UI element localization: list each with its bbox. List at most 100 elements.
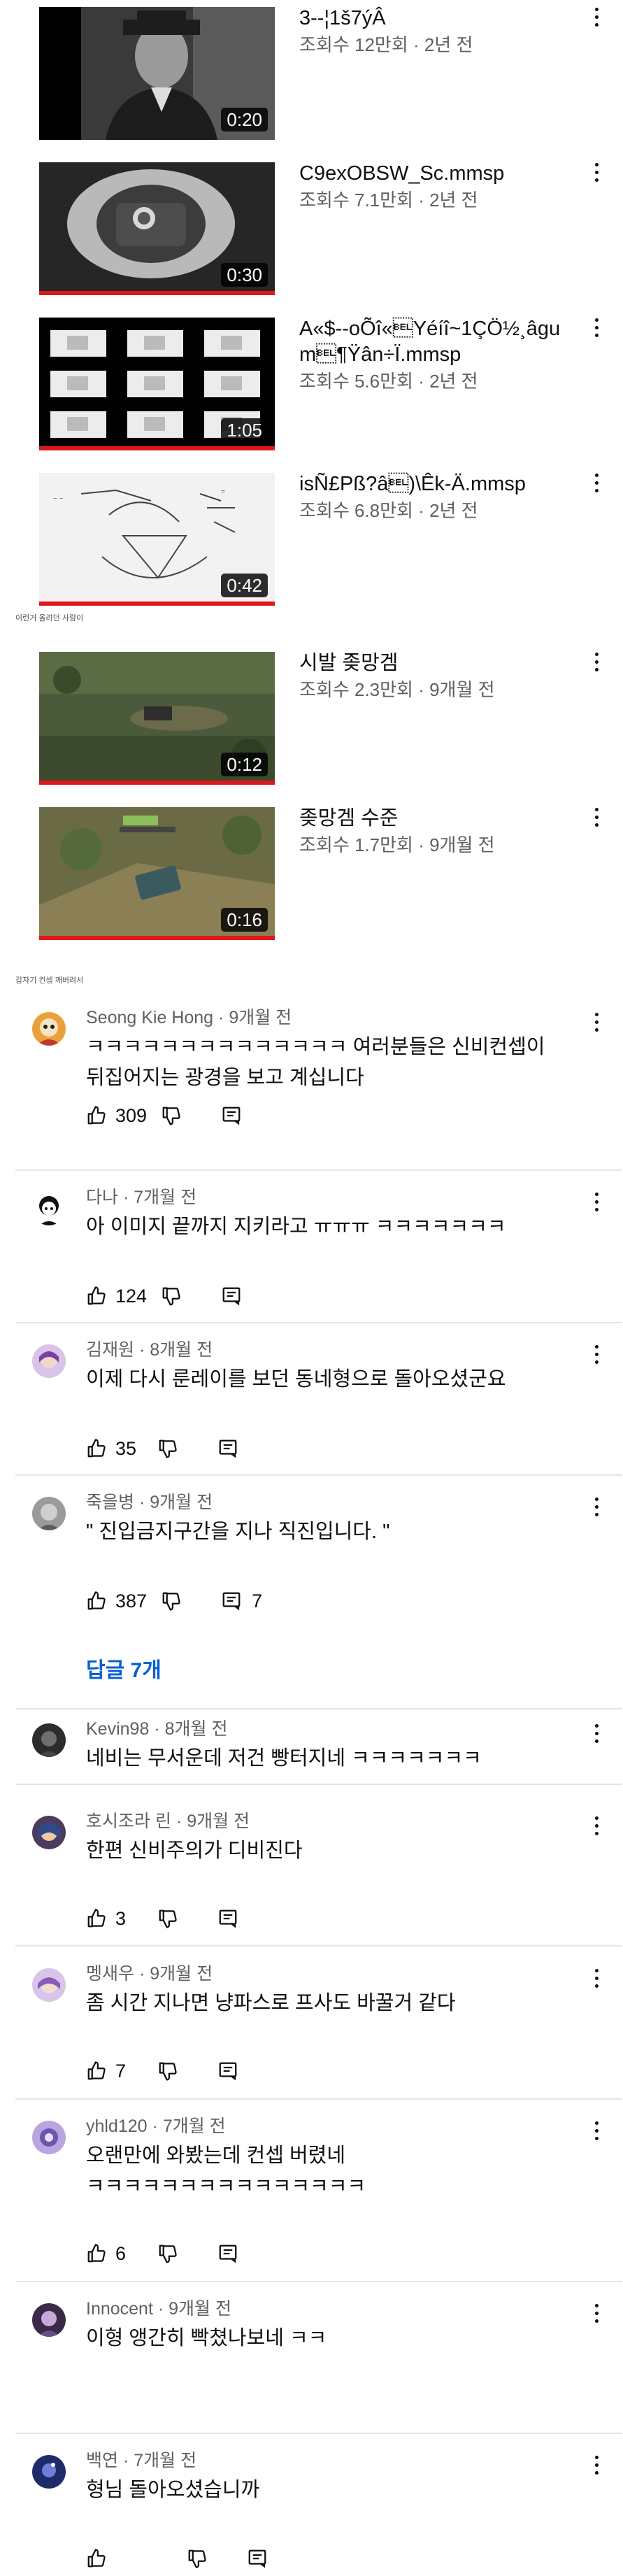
reply-button[interactable] bbox=[217, 2061, 238, 2082]
comment-text: ㅋㅋㅋㅋㅋㅋㅋㅋㅋㅋㅋㅋㅋㅋ 여러분들은 신비컨셉이 뒤집어지는 광경을 보고 … bbox=[86, 1036, 545, 1089]
dislike-button[interactable] bbox=[157, 1438, 178, 1459]
comment-author[interactable]: Kevin98 bbox=[86, 1719, 149, 1739]
watch-progress-bar bbox=[39, 446, 275, 450]
reply-button[interactable] bbox=[221, 1286, 242, 1307]
video-thumbnail[interactable]: 0:20 bbox=[39, 7, 275, 140]
reply-button[interactable] bbox=[217, 2243, 238, 2264]
reply-icon bbox=[221, 1105, 242, 1126]
more-vert-icon[interactable] bbox=[591, 2451, 602, 2479]
comment-header: Seong Kie Hong · 9개월 전 bbox=[86, 1006, 575, 1029]
comment-author[interactable]: Innocent bbox=[86, 2299, 153, 2319]
dislike-button[interactable] bbox=[157, 1908, 178, 1929]
comment-separator: · bbox=[218, 1008, 229, 1027]
video-title[interactable]: 3--¦1š7ýÂ bbox=[299, 6, 579, 31]
view-replies-link[interactable]: 답글 7개 bbox=[86, 1653, 162, 1684]
video-title[interactable]: isÑ£Pß?â)\Êk-Ä.mmsp bbox=[299, 471, 579, 497]
reply-button[interactable] bbox=[247, 2548, 268, 2569]
avatar[interactable] bbox=[32, 1012, 66, 1046]
video-title[interactable]: 시발 좆망겜 bbox=[299, 650, 579, 676]
like-button[interactable]: 35 bbox=[86, 1438, 143, 1460]
video-thumbnail[interactable]: 1:05 bbox=[39, 318, 275, 450]
more-vert-icon[interactable] bbox=[591, 2299, 602, 2327]
more-vert-icon[interactable] bbox=[591, 469, 602, 497]
thumb-down-icon bbox=[157, 1908, 178, 1929]
avatar[interactable] bbox=[32, 2455, 66, 2489]
more-vert-icon[interactable] bbox=[591, 648, 602, 676]
comment-time: 7개월 전 bbox=[134, 2451, 197, 2470]
divider bbox=[15, 1945, 622, 1947]
video-thumbnail[interactable]: 0:12 bbox=[39, 652, 275, 785]
reply-button[interactable] bbox=[217, 1438, 238, 1459]
reply-icon bbox=[217, 1438, 238, 1459]
reply-button[interactable] bbox=[217, 1908, 238, 1929]
video-duration: 0:30 bbox=[221, 263, 268, 287]
dislike-button[interactable] bbox=[161, 1105, 182, 1126]
more-vert-icon[interactable] bbox=[591, 1188, 602, 1216]
dislike-button[interactable] bbox=[157, 2243, 178, 2264]
comment-author[interactable]: 호시조라 린 bbox=[86, 1812, 171, 1831]
avatar[interactable] bbox=[32, 1497, 66, 1530]
dislike-button[interactable] bbox=[161, 1286, 182, 1307]
video-title[interactable]: 좆망겜 수준 bbox=[299, 806, 579, 832]
comment-text: 이제 다시 룬레이를 보던 동네형으로 돌아오셨군요 bbox=[86, 1368, 506, 1390]
reply-button[interactable] bbox=[221, 1105, 242, 1126]
like-button[interactable]: 124 bbox=[86, 1286, 147, 1307]
comment-separator: · bbox=[122, 2451, 134, 2470]
like-button[interactable]: 6 bbox=[86, 2243, 143, 2265]
more-vert-icon[interactable] bbox=[591, 2116, 602, 2144]
avatar[interactable] bbox=[32, 1344, 66, 1378]
caption-1: 이런거 올려던 사람이 bbox=[15, 614, 84, 622]
caption-2: 갑자기 컨셉 깨버려서 bbox=[15, 976, 84, 985]
avatar[interactable] bbox=[32, 1723, 66, 1757]
more-vert-icon[interactable] bbox=[591, 1493, 602, 1521]
avatar[interactable] bbox=[32, 2121, 66, 2154]
reply-icon bbox=[217, 2243, 238, 2264]
avatar[interactable] bbox=[32, 1816, 66, 1849]
video-title[interactable]: A«$--oÕî«Yéíî~1ÇÖ½¸âgum¶Ÿân÷Ï.mmsp bbox=[299, 316, 579, 368]
avatar[interactable] bbox=[32, 1192, 66, 1225]
comment-author[interactable]: 김재원 bbox=[86, 1340, 134, 1360]
like-button[interactable]: 387 bbox=[86, 1591, 147, 1612]
comment-header: 다나 · 7개월 전 bbox=[86, 1186, 575, 1209]
avatar[interactable] bbox=[32, 1968, 66, 2002]
comment-header: 멩새우 · 9개월 전 bbox=[86, 1963, 575, 1985]
video-thumbnail[interactable]: 0:16 bbox=[39, 807, 275, 940]
more-vert-icon[interactable] bbox=[591, 158, 602, 186]
more-vert-icon[interactable] bbox=[591, 1008, 602, 1036]
like-button[interactable]: 3 bbox=[86, 1908, 143, 1930]
divider bbox=[15, 2098, 622, 2100]
comment-author[interactable]: Seong Kie Hong bbox=[86, 1008, 213, 1027]
comment-author[interactable]: 멩새우 bbox=[86, 1964, 134, 1984]
more-vert-icon[interactable] bbox=[591, 3, 602, 31]
watch-progress-bar bbox=[39, 291, 275, 295]
more-vert-icon[interactable] bbox=[591, 313, 602, 341]
like-button[interactable]: 309 bbox=[86, 1105, 147, 1127]
dislike-button[interactable] bbox=[161, 1591, 182, 1611]
more-vert-icon[interactable] bbox=[591, 1964, 602, 1992]
video-thumbnail[interactable]: ~ ~ = 0:42 bbox=[39, 473, 275, 606]
like-button[interactable]: 7 bbox=[86, 2061, 143, 2082]
divider bbox=[15, 1474, 622, 1476]
more-vert-icon[interactable] bbox=[591, 803, 602, 831]
thumb-down-icon bbox=[161, 1591, 182, 1611]
avatar[interactable] bbox=[32, 2303, 66, 2337]
comment-author[interactable]: yhld120 bbox=[86, 2116, 148, 2136]
reply-icon bbox=[217, 1908, 238, 1929]
video-thumbnail[interactable]: 0:30 bbox=[39, 162, 275, 295]
thumb-up-icon bbox=[86, 1105, 107, 1126]
comment-author[interactable]: 죽을병 bbox=[86, 1493, 134, 1512]
divider bbox=[15, 2433, 622, 2434]
thumb-down-icon bbox=[157, 2243, 178, 2264]
video-title[interactable]: C9exOBSW_Sc.mmsp bbox=[299, 161, 579, 187]
like-button[interactable] bbox=[86, 2548, 143, 2569]
comment-author[interactable]: 다나 bbox=[86, 1188, 118, 1207]
more-vert-icon[interactable] bbox=[591, 1340, 602, 1368]
more-vert-icon[interactable] bbox=[591, 1812, 602, 1840]
comment-author[interactable]: 백연 bbox=[86, 2451, 118, 2470]
dislike-button[interactable] bbox=[187, 2548, 208, 2569]
more-vert-icon[interactable] bbox=[591, 1719, 602, 1747]
reply-button[interactable]: 7 bbox=[221, 1591, 262, 1612]
reply-icon bbox=[247, 2548, 268, 2569]
dislike-button[interactable] bbox=[157, 2061, 178, 2082]
thumb-up-icon bbox=[86, 2243, 107, 2264]
